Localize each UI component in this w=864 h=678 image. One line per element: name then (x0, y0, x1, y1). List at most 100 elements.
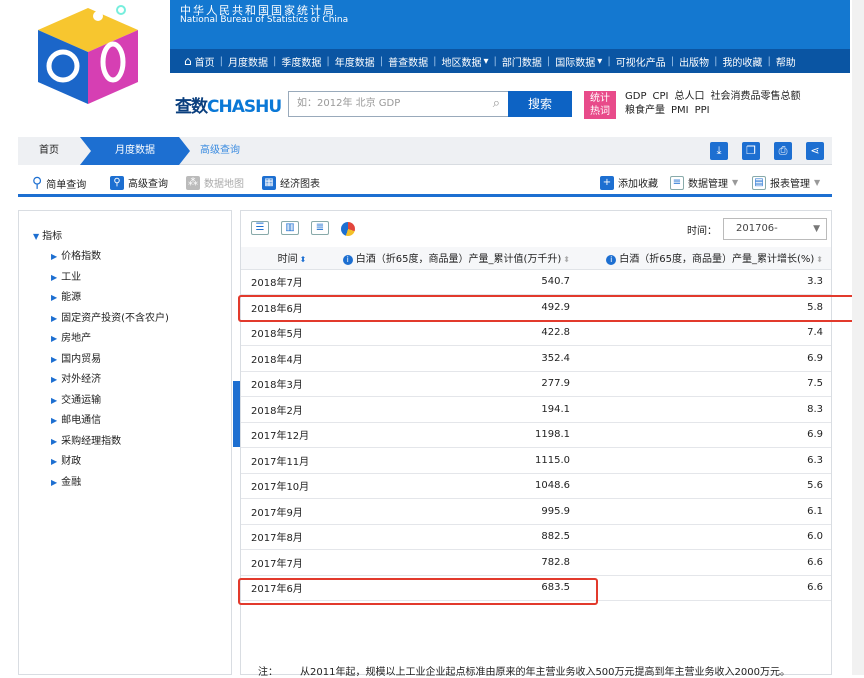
search-input[interactable]: 如：2012年 北京 GDP ⌕ (288, 91, 509, 117)
tree-item-label: 交通运输 (61, 394, 102, 406)
hot-word[interactable]: 社会消费品零售总额 (710, 91, 800, 102)
cell-time: 2018年3月 (241, 371, 333, 397)
table-row: 2017年11月 1115.0 6.3 (241, 447, 831, 474)
tree-item[interactable]: ▶ 国内贸易 (51, 350, 169, 371)
footnote-text: 从2011年起，规模以上工业企业起点标准由原来的年主营业务收入500万元提高到年… (300, 667, 790, 678)
print-icon[interactable]: ⎙ (774, 142, 792, 160)
nav-item-1[interactable]: 月度数据 (228, 54, 268, 69)
sort-icon[interactable]: ⬍ (816, 255, 823, 264)
nav-item-8[interactable]: 可视化产品 (616, 54, 666, 69)
tree-item[interactable]: ▶ 金融 (51, 473, 169, 494)
data-manage-button[interactable]: ≡ 数据管理 ▼ (670, 175, 738, 190)
advanced-query-button[interactable]: ⚲ 高级查询 (110, 175, 168, 190)
bar-chart-icon[interactable]: ▥ (281, 221, 299, 235)
time-select[interactable]: 201706- ▼ (723, 218, 827, 240)
hot-word[interactable]: 总人口 (674, 91, 704, 102)
tree-item-label: 金融 (61, 476, 82, 488)
tree-item[interactable]: ▶ 交通运输 (51, 391, 169, 412)
cell-cumulative-value: 352.4 (333, 345, 578, 372)
hot-word[interactable]: 粮食产量 (625, 105, 665, 116)
tree-item[interactable]: ▶ 价格指数 (51, 247, 169, 268)
nav-item-0[interactable]: ⌂ 首页 (184, 54, 215, 69)
col-time-header[interactable]: 时间 ⬍ (241, 247, 333, 270)
tree-item[interactable]: ▶ 采购经理指数 (51, 432, 169, 453)
pie-chart-icon[interactable] (341, 222, 355, 236)
hot-words-list: GDP CPI 总人口 社会消费品零售总额粮食产量 PMI PPI (625, 90, 835, 118)
caret-right-icon: ▶ (51, 375, 58, 384)
hot-word[interactable]: PMI (671, 105, 689, 116)
search-icon[interactable]: ⌕ (493, 92, 500, 116)
list-icon: ≡ (670, 175, 684, 190)
nav-item-7[interactable]: 国际数据 ▾ (555, 54, 602, 69)
search-button[interactable]: 搜索 (508, 91, 572, 117)
breadcrumb-monthly[interactable]: 月度数据 (80, 137, 190, 165)
breadcrumb-home[interactable]: 首页 (18, 137, 80, 165)
cell-growth: 6.6 (578, 575, 831, 601)
simple-query-label: 简单查询 (46, 179, 87, 191)
nav-separator: | (714, 55, 718, 67)
cell-time: 2017年11月 (241, 447, 333, 474)
tree-item[interactable]: ▶ 对外经济 (51, 370, 169, 391)
tree-item-label: 邮电通信 (61, 415, 102, 426)
cell-cumulative-value: 1048.6 (333, 473, 578, 499)
cell-cumulative-value: 277.9 (333, 371, 578, 397)
cell-time: 2017年9月 (241, 498, 333, 525)
col-growth-header[interactable]: i 白酒（折65度，商品量）产量_累计增长(%) ⬍ (578, 247, 831, 270)
search-placeholder: 如：2012年 北京 GDP (297, 98, 401, 109)
nbs-logo-icon[interactable] (28, 0, 148, 108)
caret-right-icon: ▶ (51, 293, 58, 302)
caret-right-icon: ▶ (51, 334, 58, 343)
hot-word[interactable]: CPI (652, 91, 668, 102)
econ-chart-button[interactable]: ▦ 经济图表 (262, 175, 320, 190)
cell-growth: 7.4 (578, 320, 831, 346)
tree-root-label: 指标 (42, 231, 63, 242)
download-icon[interactable]: ⤓ (710, 142, 728, 160)
tree-item[interactable]: ▶ 邮电通信 (51, 411, 169, 432)
col-cumulative-value-header[interactable]: i 白酒（折65度，商品量）产量_累计值(万千升) ⬍ (333, 247, 578, 270)
page-scrollbar[interactable] (852, 0, 864, 675)
advanced-search-icon: ⚲ (110, 175, 124, 190)
horizontal-bar-icon[interactable]: ≣ (311, 221, 329, 235)
nav-item-6[interactable]: 部门数据 (502, 54, 542, 69)
info-icon[interactable]: i (342, 255, 353, 266)
nav-item-11[interactable]: 帮助 (776, 54, 796, 69)
nav-item-9[interactable]: 出版物 (679, 54, 709, 69)
tree-root[interactable]: ▼ 指标 (33, 227, 62, 242)
nav-separator: | (379, 55, 384, 67)
nav-item-10[interactable]: 我的收藏 (722, 54, 762, 69)
report-manage-button[interactable]: ▤ 报表管理 ▼ (752, 175, 820, 190)
hot-word[interactable]: PPI (695, 105, 710, 116)
nav-item-label: 季度数据 (281, 57, 322, 69)
copy-icon[interactable]: ❐ (742, 142, 760, 160)
nav-item-4[interactable]: 普查数据 (388, 54, 428, 69)
breadcrumb-advanced[interactable]: 高级查询 (190, 137, 250, 165)
nav-item-3[interactable]: 年度数据 (335, 54, 375, 69)
add-favorite-button[interactable]: + 添加收藏 (600, 175, 658, 190)
query-toolbar: ⚲ 简单查询 ⚲ 高级查询 ⁂ 数据地图 ▦ 经济图表 + 添加收藏 ≡ 数据管理 ▼ ▤ 报表… (18, 169, 832, 197)
share-icon[interactable]: ⋖ (806, 142, 824, 160)
info-icon[interactable]: i (606, 255, 617, 266)
chevron-down-icon: ▼ (813, 224, 820, 234)
sort-icon[interactable]: ⬍ (300, 255, 307, 264)
brand-en: CHASHU (207, 97, 282, 117)
tree-item[interactable]: ▶ 房地产 (51, 329, 169, 350)
nav-item-2[interactable]: 季度数据 (281, 54, 321, 69)
caret-right-icon: ▶ (51, 354, 58, 364)
tree-item[interactable]: ▶ 固定资产投资(不含农户) (51, 309, 169, 330)
simple-query-button[interactable]: ⚲ 简单查询 (32, 175, 86, 191)
col-time-label: 时间 (277, 254, 298, 266)
tree-item[interactable]: ▶ 能源 (51, 288, 169, 309)
nav-item-5[interactable]: 地区数据 ▾ (442, 54, 489, 69)
tree-items: ▶ 价格指数 ▶ 工业 ▶ 能源 ▶ 固定资产投资(不含农户) ▶ 房地产 ▶ 国内贸易 ▶ 对外经济 ▶ 交… (51, 247, 169, 493)
tree-item[interactable]: ▶ 财政 (51, 452, 169, 473)
hot-word[interactable]: GDP (625, 91, 646, 102)
col-value-label: 白酒（折65度，商品量）产量_累计值(万千升) (355, 254, 562, 266)
sort-icon[interactable]: ⬍ (563, 255, 570, 264)
tree-item[interactable]: ▶ 工业 (51, 268, 169, 289)
table-view-icon[interactable]: ☰ (251, 221, 269, 235)
nav-separator: | (433, 55, 437, 67)
data-map-button[interactable]: ⁂ 数据地图 (186, 175, 244, 190)
add-favorite-label: 添加收藏 (618, 179, 658, 190)
chashu-logo[interactable]: 查数CHASHU (175, 92, 282, 117)
data-map-label: 数据地图 (204, 179, 244, 190)
